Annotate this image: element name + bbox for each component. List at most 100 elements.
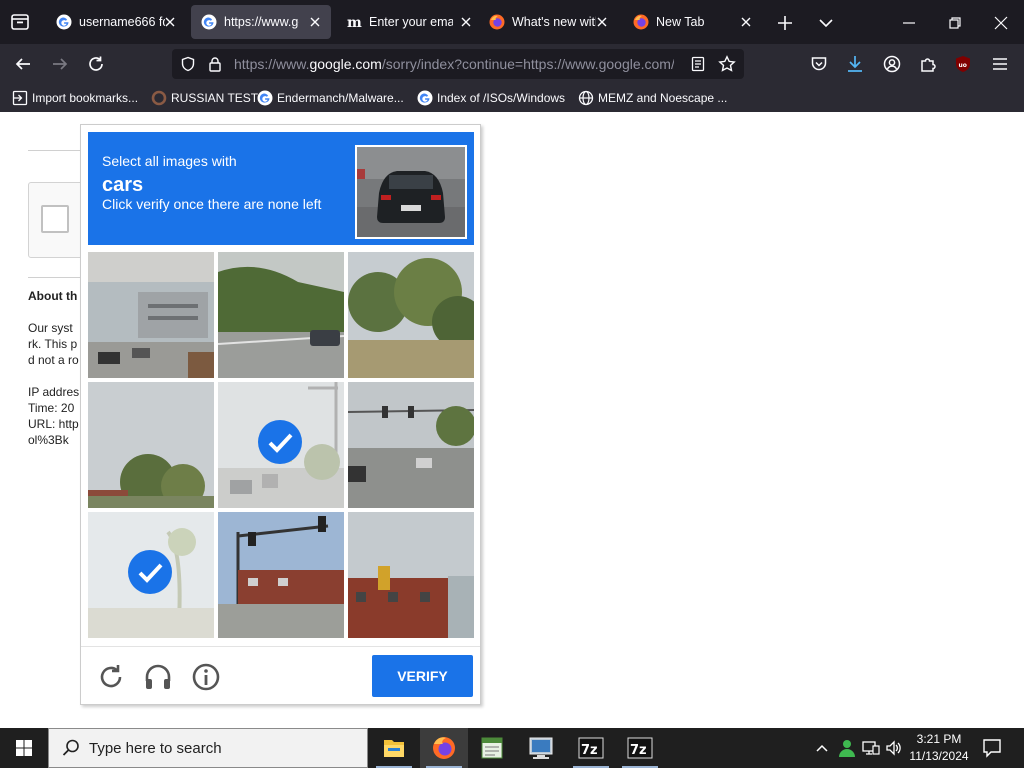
forward-arrow-icon[interactable] xyxy=(51,55,69,73)
selected-check-icon xyxy=(258,420,302,464)
reload-icon[interactable] xyxy=(87,55,105,73)
svg-text:uo: uo xyxy=(959,62,967,69)
info-line: IP addres xyxy=(28,385,80,399)
tab-title: Enter your emai xyxy=(369,15,453,29)
body-line: rk. This p xyxy=(28,337,78,351)
network-icon[interactable] xyxy=(862,740,880,756)
close-tab-icon[interactable] xyxy=(738,14,754,30)
divider xyxy=(28,150,88,151)
download-icon[interactable] xyxy=(846,54,864,74)
pocket-icon[interactable] xyxy=(810,55,828,73)
tab-new-tab[interactable]: New Tab xyxy=(623,5,763,39)
info-line: Time: 20 xyxy=(28,401,75,415)
back-arrow-icon[interactable] xyxy=(14,55,32,73)
notifications-icon[interactable] xyxy=(982,738,1002,758)
url-prefix: https://www. xyxy=(234,56,310,72)
svg-text:m: m xyxy=(347,15,362,30)
image-tile[interactable] xyxy=(88,252,214,378)
tab-title: username666 fd xyxy=(79,15,165,29)
tab-title: https://www.go xyxy=(224,15,299,29)
tab-title: New Tab xyxy=(656,15,705,29)
tab-whats-new[interactable]: What's new with xyxy=(479,5,619,39)
chevron-down-icon[interactable] xyxy=(817,14,835,32)
url-domain: google.com xyxy=(309,56,382,72)
image-tile[interactable] xyxy=(88,382,214,508)
taskbar-notepad[interactable] xyxy=(468,728,516,768)
taskbar-7zip-1[interactable]: 7z xyxy=(567,728,615,768)
google-g-icon xyxy=(257,90,273,106)
account-icon[interactable] xyxy=(883,55,901,73)
restore-window-icon[interactable] xyxy=(946,14,964,32)
tab-google-sorry[interactable]: https://www.go xyxy=(191,5,331,39)
bookmark-label: Endermanch/Malware... xyxy=(277,91,404,105)
svg-text:7z: 7z xyxy=(630,743,647,758)
chevron-up-icon[interactable] xyxy=(814,740,830,756)
challenge-header: Select all images with cars Click verify… xyxy=(88,132,474,245)
close-window-icon[interactable] xyxy=(992,14,1010,32)
taskbar-7zip-2[interactable]: 7z xyxy=(616,728,664,768)
medium-m-icon: m xyxy=(347,15,362,30)
reader-view-icon[interactable] xyxy=(690,56,706,72)
url-bar[interactable]: https://www.google.com/sorry/index?conti… xyxy=(172,49,744,79)
google-g-icon xyxy=(201,14,217,30)
bookmark-memz[interactable]: MEMZ and Noescape ... xyxy=(578,90,728,106)
7zip-icon: 7z xyxy=(578,737,604,759)
tab-username[interactable]: username666 fd xyxy=(46,5,184,39)
taskbar-firefox[interactable] xyxy=(420,728,468,768)
lock-icon[interactable] xyxy=(207,56,223,72)
body-line: Our syst xyxy=(28,321,73,335)
taskbar-search[interactable]: Type here to search xyxy=(48,728,368,768)
clock-time[interactable]: 3:21 PM xyxy=(906,732,972,747)
recaptcha-checkbox[interactable] xyxy=(41,205,69,233)
firefox-icon xyxy=(489,14,505,30)
close-tab-icon[interactable] xyxy=(162,14,178,30)
list-all-tabs-icon[interactable] xyxy=(8,10,32,34)
image-tile[interactable] xyxy=(218,512,344,638)
url-rest: /sorry/index?continue=https://www.google… xyxy=(381,56,674,72)
image-tile[interactable] xyxy=(348,382,474,508)
url-text[interactable]: https://www.google.com/sorry/index?conti… xyxy=(234,56,674,72)
user-status-icon[interactable] xyxy=(837,738,857,758)
bookmark-star-icon[interactable] xyxy=(718,55,736,73)
search-placeholder: Type here to search xyxy=(89,740,222,757)
bookmark-endermanch[interactable]: Endermanch/Malware... xyxy=(257,90,409,106)
taskbar-file-explorer[interactable] xyxy=(370,728,418,768)
windows-logo-icon xyxy=(16,740,32,756)
close-tab-icon[interactable] xyxy=(594,14,610,30)
reload-challenge-icon[interactable] xyxy=(95,661,127,693)
info-icon[interactable] xyxy=(190,661,222,693)
verify-button[interactable]: VERIFY xyxy=(372,655,473,697)
hamburger-menu-icon[interactable] xyxy=(991,55,1009,73)
tab-bar: username666 fd https://www.go m Enter yo… xyxy=(0,0,1024,44)
computer-icon xyxy=(529,737,553,759)
tab-title: What's new with xyxy=(512,15,596,29)
clock-date[interactable]: 11/13/2024 xyxy=(906,749,972,764)
image-tile-selected[interactable] xyxy=(88,512,214,638)
ublock-origin-icon[interactable]: uo xyxy=(954,55,972,73)
headphones-audio-icon[interactable] xyxy=(142,661,174,693)
google-g-icon xyxy=(56,14,72,30)
file-explorer-icon xyxy=(384,740,404,757)
start-button[interactable] xyxy=(0,728,48,768)
bookmark-import[interactable]: Import bookmarks... xyxy=(12,90,144,106)
volume-icon[interactable] xyxy=(885,740,903,756)
close-tab-icon[interactable] xyxy=(458,14,474,30)
image-tile[interactable] xyxy=(218,252,344,378)
image-tile-selected[interactable] xyxy=(218,382,344,508)
image-tile[interactable] xyxy=(348,512,474,638)
instruction-subtext: Click verify once there are none left xyxy=(102,196,322,212)
recaptcha-anchor xyxy=(28,182,88,258)
tab-medium[interactable]: m Enter your emai xyxy=(336,5,476,39)
shield-icon[interactable] xyxy=(180,56,196,72)
image-tile[interactable] xyxy=(348,252,474,378)
target-object: cars xyxy=(102,174,144,196)
taskbar-computer[interactable] xyxy=(517,728,565,768)
extensions-puzzle-icon[interactable] xyxy=(919,55,937,73)
minimize-icon[interactable] xyxy=(900,14,918,32)
selected-check-icon xyxy=(128,550,172,594)
bookmark-russian-test[interactable]: RUSSIAN TEST xyxy=(151,90,258,106)
bookmark-index-isos[interactable]: Index of /ISOs/Windows xyxy=(417,90,569,106)
close-tab-icon[interactable] xyxy=(307,14,323,30)
new-tab-plus-icon[interactable] xyxy=(776,14,794,32)
google-g-icon xyxy=(417,90,433,106)
